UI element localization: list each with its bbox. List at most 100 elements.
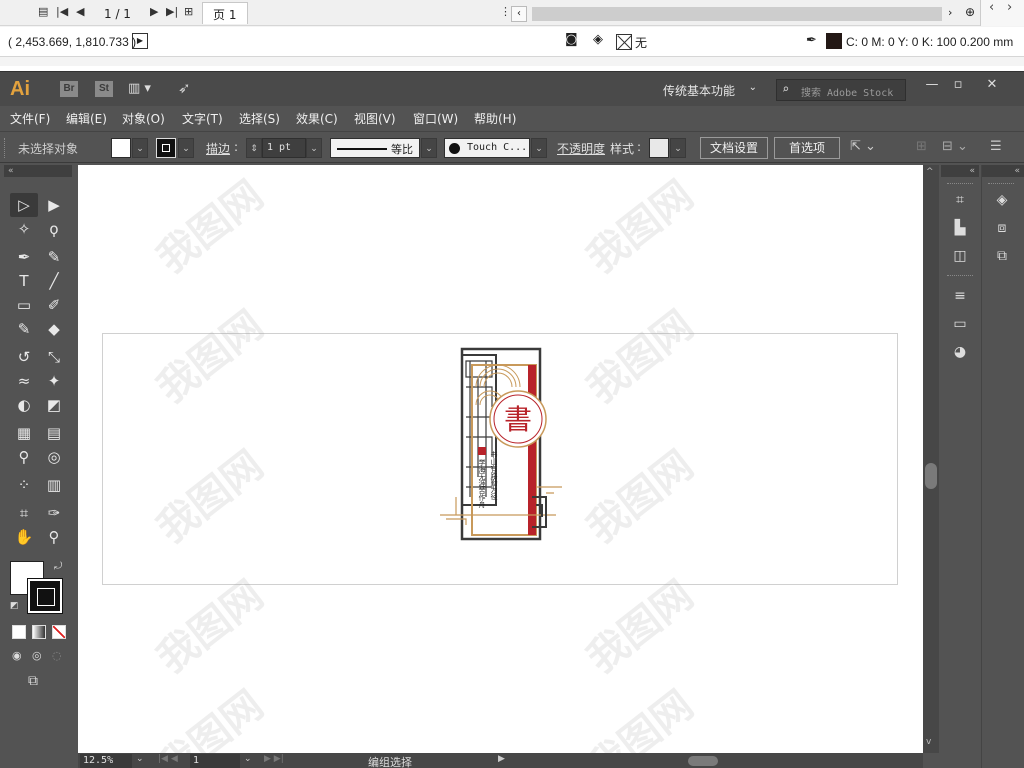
first-page-icon[interactable]: |◀ [56,5,68,18]
menu-view[interactable]: 视图(V) [354,110,396,127]
slice-tool-icon[interactable]: ✑ [40,501,68,525]
shaper-tool-icon[interactable]: ✎ [10,317,38,341]
align-icon[interactable]: ⊞ [916,139,927,154]
hand-tool-icon[interactable]: ✋ [10,525,38,549]
width-tool-icon[interactable]: ≈ [10,369,38,393]
symbol-sprayer-tool-icon[interactable]: ⁘ [10,473,38,497]
artboard-dropdown-icon[interactable]: ⌄ [244,754,252,764]
canvas[interactable]: 書 书山有路勤为径 学海无涯苦作舟 我图网 我图网 我图网 我图网 我图网 我图… [78,165,923,768]
mesh-tool-icon[interactable]: ▦ [10,421,38,445]
color-mode-button[interactable] [12,625,26,639]
gradient-panel-icon[interactable]: ▭ [948,313,972,335]
culture-wall-artwork[interactable]: 書 书山有路勤为径 学海无涯苦作舟 [436,347,566,547]
profile-dropdown[interactable]: ⌄ [421,138,437,158]
none-mode-button[interactable] [52,625,66,639]
scroll-down-icon[interactable]: v [926,737,931,747]
color-swatch[interactable] [826,33,842,49]
eyedropper-tool-icon[interactable]: ⚲ [10,445,38,469]
next-page-icon[interactable]: ▶ [150,5,158,18]
selection-tool-icon[interactable]: ▷ [10,193,38,217]
gradient-tool-icon[interactable]: ▤ [40,421,68,445]
type-tool-icon[interactable]: T [10,269,38,293]
draw-behind-icon[interactable]: ◎ [32,649,42,662]
variable-width-profile[interactable]: 等比 [330,138,420,158]
status-menu-icon[interactable]: ▶ [498,754,505,764]
brush-dropdown[interactable]: ⌄ [531,138,547,158]
brush-definition[interactable]: Touch C... [444,138,530,158]
page-tab[interactable]: 页 1 [202,2,248,24]
style-dropdown[interactable]: ⌄ [670,138,686,158]
paint-bucket-icon[interactable]: ◈ [593,32,603,47]
draw-inside-icon[interactable]: ◌ [52,649,62,662]
prev-page-icon[interactable]: ◀ [76,5,84,18]
stroke-none-icon[interactable] [616,34,632,50]
stroke-panel-icon[interactable]: ≡ [948,285,972,307]
eraser-tool-icon[interactable]: ◆ [40,317,68,341]
scale-tool-icon[interactable]: ⤡ [40,345,68,369]
stroke-color-box[interactable] [28,579,62,613]
horizontal-scrollbar-bottom[interactable] [518,755,918,767]
menu-window[interactable]: 窗口(W) [413,110,458,127]
tools-collapse[interactable]: « [4,165,72,177]
play-button[interactable]: ▶ [132,33,148,49]
pen-tool-icon[interactable]: ✒ [10,245,38,269]
lasso-tool-icon[interactable]: ϙ [40,217,68,241]
select-similar-icon[interactable]: ⇱ ⌄ [850,139,876,154]
preview-icon[interactable]: ◙ [565,32,578,47]
bridge-button[interactable]: Br [60,81,78,97]
last-page-icon[interactable]: ▶| [166,5,178,18]
control-menu-icon[interactable]: ☰ [990,139,1002,154]
menu-file[interactable]: 文件(F) [10,110,50,127]
maximize-button[interactable]: ▫ [944,75,972,97]
line-tool-icon[interactable]: ╱ [40,269,68,293]
scroll-right-icon[interactable]: › [948,6,952,19]
vertical-scrollbar[interactable]: ^ v [923,165,939,753]
zoom-dropdown-icon[interactable]: ⌄ [136,754,144,764]
menu-select[interactable]: 选择(S) [239,110,280,127]
menu-type[interactable]: 文字(T) [182,110,223,127]
libraries-panel-icon[interactable]: ⧈ [990,217,1014,239]
stroke-weight-stepper[interactable]: ⇕ [246,138,262,158]
first-artboard-icon[interactable]: |◀ ◀ [158,754,178,764]
layers-panel-icon[interactable]: ◈ [990,189,1014,211]
horizontal-scroll-thumb[interactable] [688,756,718,766]
rectangle-tool-icon[interactable]: ▭ [10,293,38,317]
stroke-swatch[interactable] [156,138,176,158]
links-panel-icon[interactable]: ⧉ [990,245,1014,267]
stroke-label[interactable]: 描边 [206,140,230,157]
scroll-left-button[interactable]: ‹ [511,6,527,22]
vertical-scroll-thumb[interactable] [925,463,937,489]
column-graph-tool-icon[interactable]: ▥ [40,473,68,497]
gradient-mode-button[interactable] [32,625,46,639]
rotate-tool-icon[interactable]: ↺ [10,345,38,369]
graphic-style-swatch[interactable] [649,138,669,158]
stock-button[interactable]: St [95,81,113,97]
dock2-collapse[interactable]: « [982,165,1024,177]
gpu-performance-icon[interactable]: ➶ [178,79,191,97]
curvature-tool-icon[interactable]: ✎ [40,245,68,269]
panel-prev-icon[interactable]: ‹ [989,0,994,15]
stroke-weight-input[interactable]: 1 pt [262,138,306,158]
stroke-weight-dropdown[interactable]: ⌄ [306,138,322,158]
document-icon[interactable]: ▤ [38,5,48,18]
arrange-documents-icon[interactable]: ▥ ▾ [128,81,151,96]
fill-swatch[interactable] [111,138,131,158]
default-colors-icon[interactable]: ◩ [10,601,19,611]
minimize-button[interactable]: — [918,75,946,97]
align-panel-icon[interactable]: ▙ [948,217,972,239]
swap-fill-stroke-icon[interactable]: ⤾ [54,561,62,572]
control-bar-grip[interactable] [4,138,7,158]
scroll-up-icon[interactable]: ^ [926,167,934,177]
blend-tool-icon[interactable]: ◎ [40,445,68,469]
zoom-level-input[interactable]: 12.5% [80,754,132,768]
resize-handle-icon[interactable]: ⋮ [500,5,511,18]
transform-icon[interactable]: ⊟ ⌄ [942,139,968,154]
draw-normal-icon[interactable]: ◉ [12,649,22,662]
horizontal-scrollbar[interactable] [532,7,942,21]
zoom-tool-icon[interactable]: ⚲ [40,525,68,549]
perspective-grid-tool-icon[interactable]: ◩ [40,393,68,417]
opacity-label[interactable]: 不透明度 [557,140,605,157]
pathfinder-panel-icon[interactable]: ◫ [948,245,972,267]
direct-selection-tool-icon[interactable]: ▶ [40,193,68,217]
stroke-dropdown[interactable]: ⌄ [178,138,194,158]
